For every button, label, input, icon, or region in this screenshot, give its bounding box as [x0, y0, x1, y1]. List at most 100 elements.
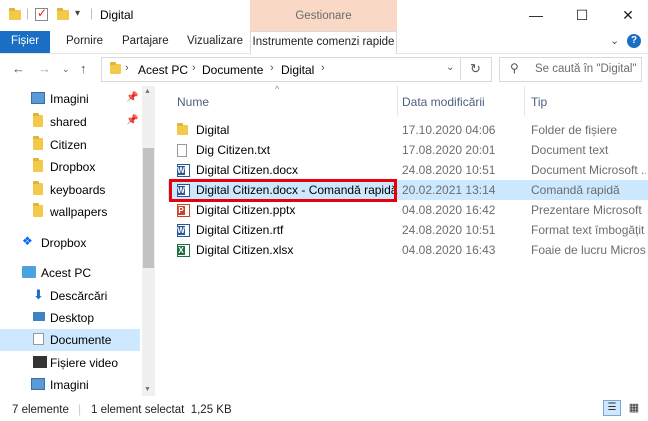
nav-item-dropbox-folder[interactable]: Dropbox	[0, 156, 140, 178]
nav-item-label: Imagini	[50, 92, 89, 106]
nav-item-pictures-2[interactable]: Imagini	[0, 374, 140, 396]
file-type: Comandă rapidă	[531, 183, 620, 197]
column-type[interactable]: Tip	[531, 95, 547, 109]
nav-item-citizen[interactable]: Citizen	[0, 134, 140, 156]
file-date: 20.02.2021 13:14	[402, 183, 496, 197]
customize-toolbar-icon[interactable]: ▾	[75, 8, 80, 19]
file-row[interactable]: Digital Citizen.docx 24.08.2020 10:51 Do…	[168, 160, 648, 180]
nav-item-this-pc[interactable]: Acest PC	[0, 262, 140, 284]
refresh-icon[interactable]: ↻	[470, 61, 481, 77]
pictures-icon	[31, 378, 45, 390]
file-row[interactable]: Digital Citizen.xlsx 04.08.2020 16:43 Fo…	[168, 240, 648, 260]
dropbox-icon: ❖	[22, 234, 33, 248]
folder-icon	[110, 62, 121, 74]
selection-info: 1 element selectat 1,25 KB	[91, 404, 232, 416]
nav-item-downloads[interactable]: ⬇ Descărcări	[0, 285, 140, 307]
nav-item-label: Documente	[50, 333, 112, 347]
breadcrumb-separator: ›	[321, 62, 325, 74]
nav-item-keyboards[interactable]: keyboards	[0, 179, 140, 201]
tab-share[interactable]: Partajare	[122, 31, 169, 53]
close-button[interactable]: ✕	[608, 4, 648, 26]
large-icons-view-icon[interactable]: ▦	[625, 400, 643, 416]
breadcrumb-digital[interactable]: Digital	[281, 63, 314, 77]
dropdown-icon[interactable]: ⌄	[446, 62, 454, 73]
tab-home[interactable]: Pornire	[66, 31, 103, 53]
column-divider[interactable]	[397, 86, 398, 116]
search-icon: ⚲	[510, 61, 519, 75]
nav-item-desktop[interactable]: Desktop	[0, 307, 140, 329]
separator: |	[26, 6, 30, 20]
video-icon	[33, 356, 47, 368]
column-name[interactable]: Nume	[177, 95, 209, 109]
file-type: Format text îmbogățit	[531, 223, 645, 237]
file-name: Digital Citizen.rtf	[196, 223, 284, 237]
title-bar: | ✓ ▾ | Digital Gestionare — ☐ ✕	[0, 0, 648, 31]
file-row[interactable]: Digital Citizen.pptx 04.08.2020 16:42 Pr…	[168, 200, 648, 220]
pin-icon: 📌	[126, 92, 139, 103]
excel-file-icon	[177, 244, 190, 257]
breadcrumb-documents[interactable]: Documente	[202, 63, 263, 77]
nav-item-label: wallpapers	[50, 205, 108, 219]
properties-icon[interactable]: ✓	[35, 6, 48, 21]
tab-shortcut-tools[interactable]: Instrumente comenzi rapide	[250, 31, 397, 54]
file-type: Document text	[531, 143, 609, 157]
minimize-button[interactable]: —	[516, 4, 556, 26]
nav-item-label: shared	[50, 115, 87, 129]
nav-item-label: keyboards	[50, 183, 106, 197]
nav-item-dropbox[interactable]: ❖ Dropbox	[0, 232, 140, 254]
file-row[interactable]: Digital 17.10.2020 04:06 Folder de fișie…	[168, 120, 648, 140]
folder-icon	[33, 158, 43, 172]
file-date: 24.08.2020 10:51	[402, 163, 496, 177]
new-folder-icon[interactable]	[57, 8, 69, 20]
file-date: 17.08.2020 20:01	[402, 143, 496, 157]
scroll-down-icon[interactable]: ▼	[144, 386, 151, 393]
pictures-icon	[31, 92, 45, 104]
folder-icon	[177, 123, 188, 135]
nav-item-label: Desktop	[50, 311, 95, 325]
recent-locations-icon[interactable]: ⌄	[62, 64, 70, 75]
folder-icon	[33, 203, 43, 217]
file-row[interactable]: Dig Citizen.txt 17.08.2020 20:01 Documen…	[168, 140, 648, 160]
up-arrow-icon[interactable]: ↑	[80, 61, 87, 76]
separator: |	[90, 6, 94, 20]
address-bar[interactable]: › Acest PC › Documente › Digital › ⌄ ↻	[101, 57, 492, 82]
forward-arrow-icon[interactable]: →	[38, 61, 51, 76]
file-date: 04.08.2020 16:42	[402, 203, 496, 217]
file-date: 04.08.2020 16:43	[402, 243, 496, 257]
download-icon: ⬇	[33, 287, 44, 302]
breadcrumb-this-pc[interactable]: Acest PC	[138, 63, 188, 77]
back-arrow-icon[interactable]: ←	[12, 61, 25, 76]
nav-item-shared[interactable]: shared 📌	[0, 111, 140, 133]
file-date: 24.08.2020 10:51	[402, 223, 496, 237]
column-date-modified[interactable]: Data modificării	[402, 95, 485, 109]
file-row[interactable]: Digital Citizen.rtf 24.08.2020 10:51 For…	[168, 220, 648, 240]
divider: |	[78, 402, 82, 416]
search-input[interactable]: Se caută în "Digital"	[535, 63, 637, 75]
help-icon[interactable]: ?	[627, 34, 641, 48]
file-type: Foaie de lucru Micros...	[531, 243, 646, 257]
maximize-button[interactable]: ☐	[562, 4, 602, 26]
nav-item-pictures[interactable]: Imagini 📌	[0, 88, 140, 110]
window-title: Digital	[100, 8, 134, 22]
tab-view[interactable]: Vizualizare	[187, 31, 243, 53]
folder-icon	[33, 136, 43, 150]
item-count: 7 elemente	[12, 404, 69, 416]
computer-icon	[22, 266, 36, 278]
search-box[interactable]: ⚲ Se caută în "Digital"	[499, 57, 642, 82]
nav-item-label: Fișiere video	[50, 356, 119, 370]
nav-item-videos[interactable]: Fișiere video	[0, 352, 140, 374]
details-view-icon[interactable]: ☰	[603, 400, 621, 416]
file-type: Folder de fișiere	[531, 123, 618, 137]
file-name: Digital Citizen.xlsx	[196, 243, 294, 257]
chevron-down-icon[interactable]: ⌄	[610, 34, 619, 47]
nav-scrollbar-thumb[interactable]	[143, 148, 154, 268]
nav-item-documents[interactable]: Documente	[0, 329, 140, 351]
column-divider[interactable]	[524, 86, 525, 116]
tab-file[interactable]: Fișier	[0, 31, 50, 53]
nav-item-wallpapers[interactable]: wallpapers	[0, 201, 140, 223]
pin-icon: 📌	[126, 115, 139, 126]
scroll-up-icon[interactable]: ▲	[144, 88, 151, 95]
file-name: Digital	[196, 123, 230, 137]
rtf-file-icon	[177, 224, 190, 237]
context-tab-group: Gestionare	[250, 0, 397, 31]
